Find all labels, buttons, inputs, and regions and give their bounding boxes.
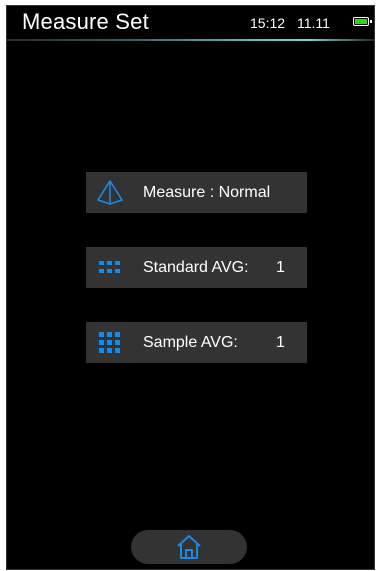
- grid-icon: [99, 261, 120, 273]
- measure-mode-label: Measure : Normal: [143, 184, 271, 201]
- standard-avg-button[interactable]: Standard AVG: 1: [86, 247, 307, 288]
- standard-avg-label: Standard AVG:: [143, 259, 249, 276]
- pyramid-icon: [97, 180, 123, 205]
- sample-avg-value: 1: [276, 334, 285, 351]
- battery-level: [355, 19, 367, 24]
- page-title: Measure Set: [22, 9, 149, 34]
- measure-mode-button[interactable]: Measure : Normal: [86, 172, 307, 213]
- sample-avg-button[interactable]: Sample AVG: 1: [86, 322, 307, 363]
- clock-time: 15:12: [250, 15, 286, 31]
- sample-avg-label: Sample AVG:: [143, 334, 238, 351]
- standard-avg-value: 1: [276, 259, 285, 276]
- home-icon: [177, 535, 201, 559]
- clock-date: 11.11: [297, 15, 330, 31]
- device-screen: Measure Set 15:12 11.11 Measure : Normal…: [6, 5, 375, 570]
- grid-icon: [99, 332, 120, 353]
- home-button[interactable]: [131, 530, 247, 564]
- header-divider: [7, 39, 374, 41]
- battery-icon: [353, 17, 372, 26]
- title-bar: Measure Set 15:12 11.11: [7, 6, 374, 41]
